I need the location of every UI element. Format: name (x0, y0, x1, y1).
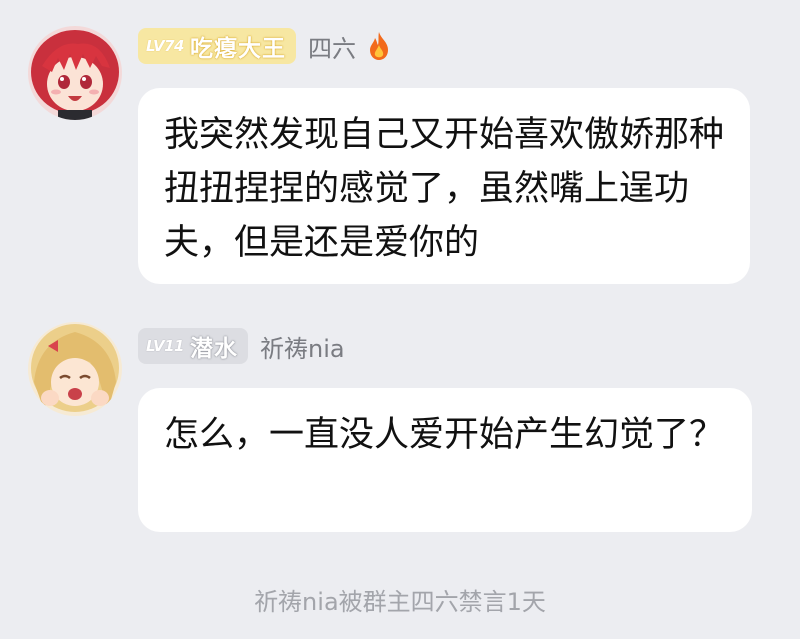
fire-icon (366, 31, 392, 61)
sender-name[interactable]: 四六 (308, 29, 356, 64)
member-title: 潜水 (189, 336, 238, 362)
sender-name[interactable]: 祈祷nia (260, 329, 345, 364)
member-title-badge[interactable]: LV74 吃瘪大王 (138, 28, 296, 64)
message-bubble-1[interactable]: 我突然发现自己又开始喜欢傲娇那种扭扭捏捏的感觉了，虽然嘴上逞功夫，但是还是爱你的 (138, 88, 750, 284)
message-text: 怎么，一直没人爱开始产生幻觉了？ (164, 415, 725, 455)
message-header-2: LV11 潜水 祈祷nia (138, 326, 355, 366)
member-title-badge[interactable]: LV11 潜水 (138, 328, 248, 364)
message-header-1: LV74 吃瘪大王 四六 (138, 26, 392, 66)
message-bubble-2[interactable]: 怎么，一直没人爱开始产生幻觉了？ (138, 388, 752, 532)
member-title: 吃瘪大王 (189, 36, 286, 62)
level-label: LV11 (146, 337, 184, 355)
avatar-red-hair[interactable] (28, 26, 122, 120)
avatar-blonde-hair[interactable] (28, 322, 122, 416)
level-label: LV74 (146, 37, 184, 55)
message-text: 我突然发现自己又开始喜欢傲娇那种扭扭捏捏的感觉了，虽然嘴上逞功夫，但是还是爱你的 (164, 115, 725, 263)
system-notice: 祈祷nia被群主四六禁言1天 (254, 588, 546, 616)
